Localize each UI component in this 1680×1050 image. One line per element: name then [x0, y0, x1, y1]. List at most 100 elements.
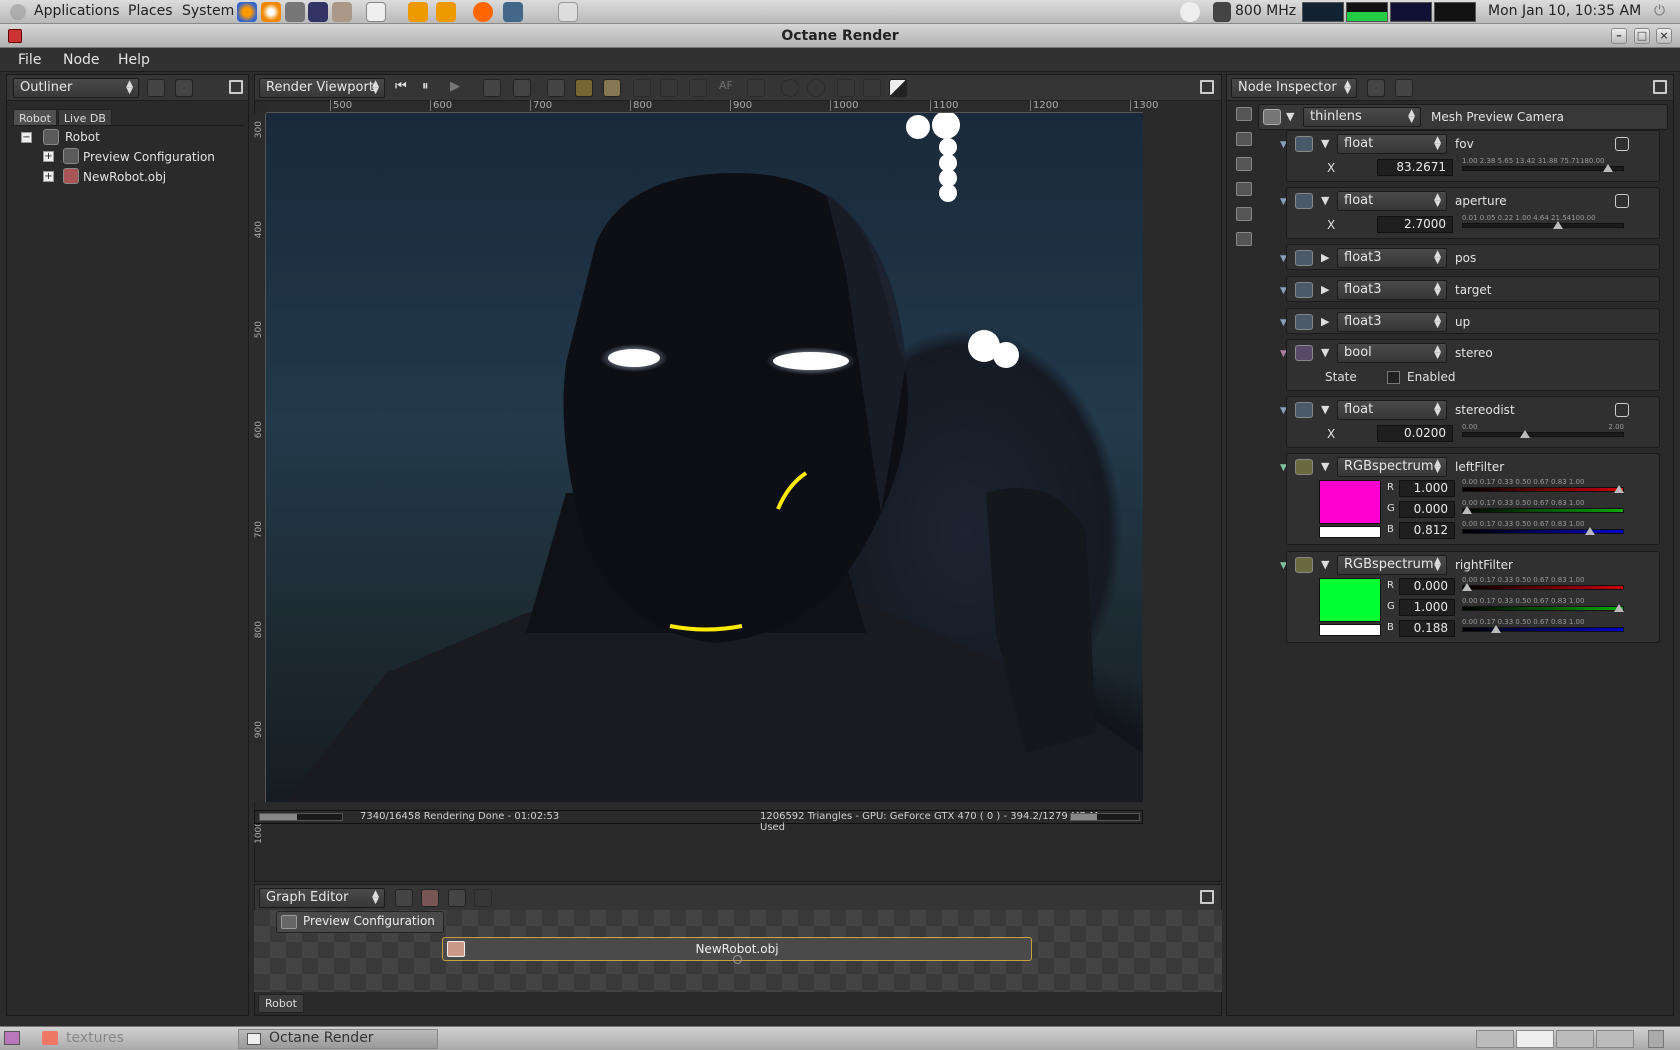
aperture-curve-icon[interactable]: [1615, 194, 1629, 208]
tree-item-newrobot-obj[interactable]: NewRobot.obj: [83, 170, 166, 184]
restart-render-icon[interactable]: ⏮: [395, 79, 413, 97]
target-type-selector[interactable]: float3 ▲ ▼: [1337, 280, 1447, 300]
float3-node-icon[interactable]: [1295, 282, 1313, 298]
region-render-icon[interactable]: [781, 79, 799, 97]
float-node-icon[interactable]: [1295, 402, 1313, 418]
leftfilter-r-knob[interactable]: [1614, 485, 1624, 493]
quick-film-icon[interactable]: [1236, 157, 1252, 171]
maximize-button[interactable]: □: [1634, 28, 1650, 44]
leftfilter-b-value[interactable]: 0.812: [1399, 522, 1455, 539]
camera-type-selector[interactable]: thinlens ▲ ▼: [1303, 107, 1421, 127]
graph-canvas[interactable]: Preview Configuration ▼▼▼▼▼▼▼▼▼▼▼▼▼▼▼▼▼▼…: [254, 910, 1222, 992]
leftfilter-b-slider[interactable]: 0.00 0.17 0.33 0.50 0.67 0.83 1.00: [1462, 520, 1624, 536]
maximize-graph-icon[interactable]: [1200, 890, 1214, 904]
aperture-type-selector[interactable]: float ▲ ▼: [1337, 191, 1447, 211]
collapse-camera-icon[interactable]: ▼: [1286, 110, 1294, 123]
graph-editor-tab-robot[interactable]: Robot: [258, 994, 304, 1013]
pick-white-balance-icon[interactable]: [660, 79, 678, 97]
menu-file[interactable]: File: [18, 52, 41, 68]
blender-launcher-icon[interactable]: [261, 2, 281, 22]
aperture-slider-knob[interactable]: [1553, 221, 1564, 229]
clear-region-icon[interactable]: [807, 79, 825, 97]
preview-config-node[interactable]: Preview Configuration: [276, 911, 444, 933]
gimp-launcher-icon[interactable]: [332, 2, 352, 22]
viewport-panel-selector[interactable]: Render Viewport ▲ ▼: [259, 78, 385, 98]
bool-node-icon[interactable]: [1295, 345, 1313, 361]
expand-tree-icon[interactable]: [175, 79, 193, 97]
maximize-viewport-icon[interactable]: [1200, 80, 1214, 94]
quick-camera-icon[interactable]: [1236, 132, 1252, 146]
expand-target-icon[interactable]: ▶: [1321, 283, 1329, 296]
workspace-switcher-3[interactable]: [1556, 1030, 1594, 1048]
files-launcher-icon[interactable]: [366, 2, 386, 22]
tree-item-robot[interactable]: Robot: [65, 130, 100, 144]
quick-kernel-icon[interactable]: [1236, 182, 1252, 196]
float3-node-icon[interactable]: [1295, 314, 1313, 330]
fov-slider[interactable]: 1.00 2.38 5.65 13.42 31.88 75.71180.00: [1462, 157, 1624, 173]
new-node-icon[interactable]: [395, 889, 413, 907]
load-mesh-icon[interactable]: [421, 889, 439, 907]
start-render-icon[interactable]: ▶: [450, 79, 468, 97]
applications-menu[interactable]: Applications: [34, 3, 120, 19]
pick-focus-icon[interactable]: [603, 79, 621, 97]
rightfilter-g-value[interactable]: 1.000: [1399, 599, 1455, 616]
collapse-leftfilter-icon[interactable]: ▼: [1321, 460, 1329, 473]
quick-environment-icon[interactable]: [1236, 207, 1252, 221]
rgbspectrum-node-icon[interactable]: [1295, 459, 1313, 475]
camera-reset-icon[interactable]: [483, 79, 501, 97]
rightfilter-color-swatch[interactable]: [1319, 578, 1381, 622]
reload-icon[interactable]: [448, 889, 466, 907]
collapse-rightfilter-icon[interactable]: ▼: [1321, 558, 1329, 571]
collapse-all-icon[interactable]: [1367, 79, 1385, 97]
collapse-tree-icon[interactable]: [147, 79, 165, 97]
pause-render-icon[interactable]: ⏸: [422, 79, 440, 97]
quick-imager-icon[interactable]: [1236, 232, 1252, 246]
float-node-icon[interactable]: [1295, 136, 1313, 152]
up-type-selector[interactable]: float3 ▲ ▼: [1337, 312, 1447, 332]
expand-pos-icon[interactable]: ▶: [1321, 251, 1329, 264]
nuke-x-launcher-icon[interactable]: [436, 2, 456, 22]
workspace-switcher-2[interactable]: [1516, 1030, 1554, 1048]
pick-object-icon[interactable]: [689, 79, 707, 97]
rightfilter-b-value[interactable]: 0.188: [1399, 620, 1455, 637]
aperture-value-field[interactable]: 2.7000: [1377, 216, 1453, 233]
af-toggle-button[interactable]: AF: [719, 79, 737, 97]
clock[interactable]: Mon Jan 10, 10:35 AM: [1488, 3, 1641, 19]
newrobot-node[interactable]: ▼▼▼▼▼▼▼▼▼▼▼▼▼▼▼▼▼▼▼▼▼▼▼▼▼▼▼▼▼ NewRobot.o…: [442, 936, 1032, 964]
leftfilter-type-selector[interactable]: RGBspectrum ▲ ▼: [1337, 457, 1447, 477]
float-node-icon[interactable]: [1295, 193, 1313, 209]
taskbar-item-textures[interactable]: textures: [34, 1029, 234, 1049]
pos-type-selector[interactable]: float3 ▲ ▼: [1337, 248, 1447, 268]
leftfilter-g-value[interactable]: 0.000: [1399, 501, 1455, 518]
collapse-stereodist-icon[interactable]: ▼: [1321, 403, 1329, 416]
inspector-panel-selector[interactable]: Node Inspector ▲ ▼: [1231, 78, 1357, 98]
firefox-launcher-icon[interactable]: [237, 2, 257, 22]
maya-launcher-icon[interactable]: [308, 2, 328, 22]
fov-slider-knob[interactable]: [1603, 164, 1614, 172]
toggle-background-icon[interactable]: [889, 79, 907, 97]
fit-view-icon[interactable]: [513, 79, 531, 97]
rightfilter-b-knob[interactable]: [1490, 625, 1501, 633]
trash-icon[interactable]: [1648, 1030, 1664, 1048]
leftfilter-color-swatch[interactable]: [1319, 480, 1381, 524]
nuke-launcher-icon[interactable]: [408, 2, 428, 22]
maximize-panel-icon[interactable]: [229, 80, 243, 94]
workspace-switcher-1[interactable]: [1476, 1030, 1514, 1048]
expand-up-icon[interactable]: ▶: [1321, 315, 1329, 328]
quick-mesh-icon[interactable]: [1236, 107, 1252, 121]
shutdown-icon[interactable]: ⏻: [1654, 3, 1670, 19]
stereodist-type-selector[interactable]: float ▲ ▼: [1337, 400, 1447, 420]
stereodist-slider[interactable]: 0.00 2.00: [1462, 423, 1624, 439]
rightfilter-g-slider[interactable]: 0.00 0.17 0.33 0.50 0.67 0.83 1.00: [1462, 597, 1624, 613]
collapse-stereo-icon[interactable]: ▼: [1321, 346, 1329, 359]
expand-newrobot-icon[interactable]: +: [43, 171, 54, 182]
maximize-inspector-icon[interactable]: [1653, 80, 1667, 94]
rightfilter-r-value[interactable]: 0.000: [1399, 578, 1455, 595]
rgbspectrum-node-icon[interactable]: [1295, 557, 1313, 573]
app-launcher-icon[interactable]: [285, 2, 305, 22]
workspace-switcher-4[interactable]: [1596, 1030, 1634, 1048]
rightfilter-g-knob[interactable]: [1614, 604, 1624, 612]
taskbar-item-octane-render[interactable]: Octane Render: [238, 1029, 438, 1049]
graph-editor-panel-selector[interactable]: Graph Editor ▲ ▼: [259, 888, 385, 908]
system-menu[interactable]: System: [182, 3, 234, 19]
